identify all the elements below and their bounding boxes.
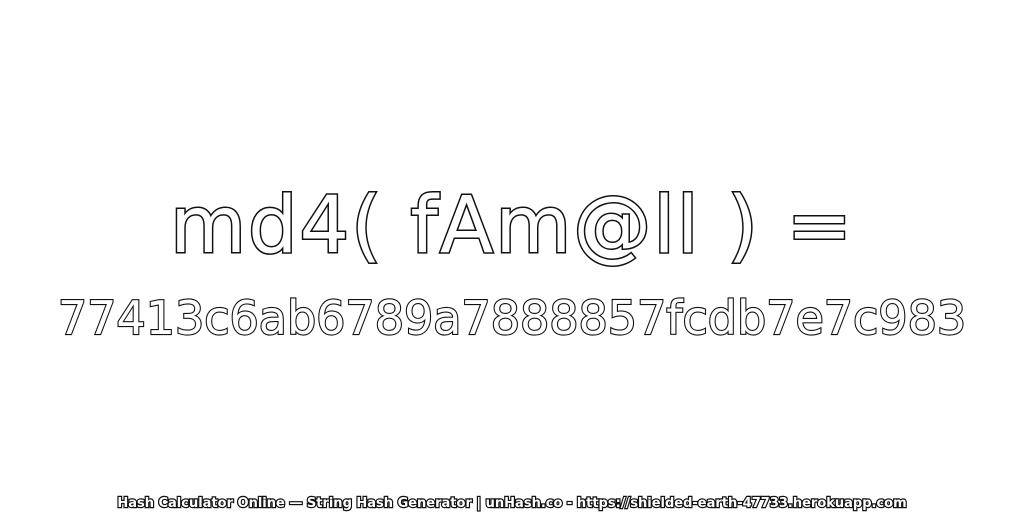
- footer-credit: Hash Calculator Online — String Hash Gen…: [116, 495, 908, 512]
- hash-result: 77413c6ab6789a7888857fcdb7e7c983: [57, 290, 967, 346]
- hash-headline: md4( fAm@ll ) =: [169, 180, 854, 273]
